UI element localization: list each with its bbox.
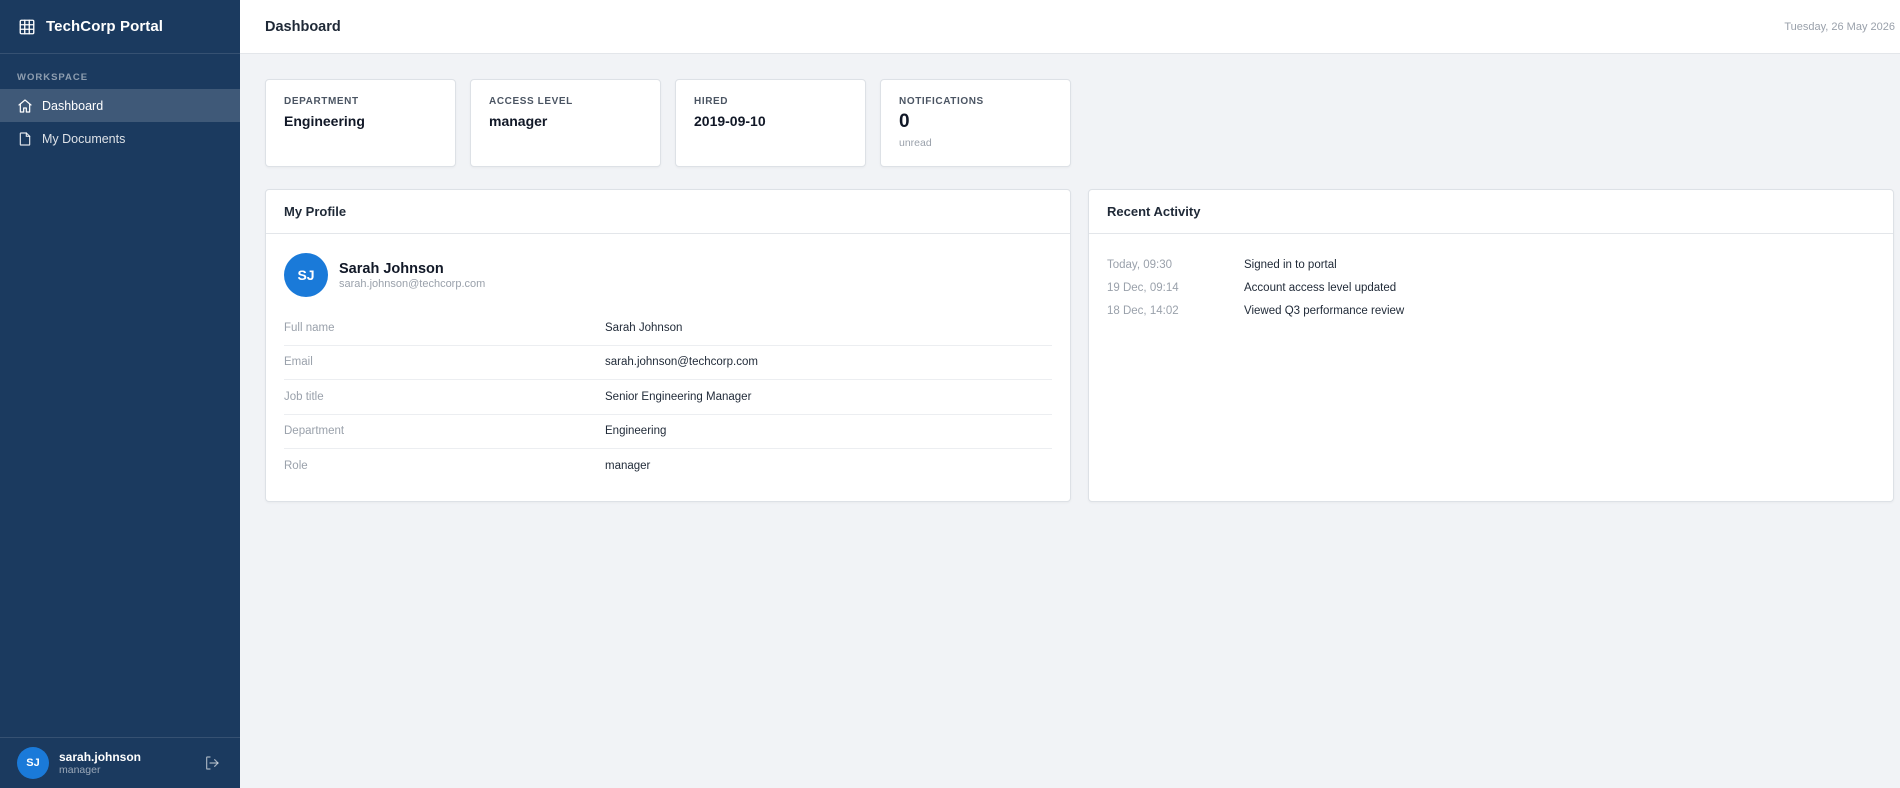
logout-icon[interactable] [204,755,220,771]
field-label: Email [284,356,313,369]
stat-label: ACCESS LEVEL [489,96,573,107]
stat-sub: unread [899,137,932,149]
field-value: Engineering [605,425,667,438]
sidebar-item-label: Dashboard [42,98,104,113]
profile-field-row: Job title Senior Engineering Manager [284,380,1052,415]
sidebar-user-footer: SJ sarah.johnson manager [0,737,240,788]
avatar[interactable]: SJ [17,747,49,779]
document-icon [17,131,33,147]
stat-card-notifications: NOTIFICATIONS 0 unread [880,79,1071,167]
profile-field-row: Department Engineering [284,415,1052,449]
activity-item: 19 Dec, 09:14 Account access level updat… [1107,276,1875,299]
stat-label: DEPARTMENT [284,96,359,107]
profile-name: Sarah Johnson [339,260,444,277]
field-label: Role [284,460,308,473]
field-value: Sarah Johnson [605,321,683,334]
field-label: Department [284,425,345,438]
stat-card-access-level: ACCESS LEVEL manager [470,79,661,167]
profile-head: SJ Sarah Johnson sarah.johnson@techcorp.… [284,253,1052,297]
main-area: Dashboard Tuesday, 26 May 2026 DEPARTMEN… [240,0,1900,788]
building-icon [18,18,36,36]
profile-identity: Sarah Johnson sarah.johnson@techcorp.com [339,261,485,290]
stat-value: Engineering [284,113,365,129]
user-meta: sarah.johnson manager [59,750,204,777]
activity-text: Signed in to portal [1244,258,1337,271]
page-title: Dashboard [265,18,341,35]
dashboard-content: DEPARTMENT Engineering ACCESS LEVEL mana… [240,54,1900,502]
field-value: manager [605,460,651,473]
profile-panel: My Profile SJ Sarah Johnson sarah.johnso… [265,189,1071,502]
stat-label: HIRED [694,96,729,107]
panel-title: Recent Activity [1089,190,1893,234]
stat-label: NOTIFICATIONS [899,96,984,107]
profile-field-row: Full name Sarah Johnson [284,311,1052,346]
activity-time: Today, 09:30 [1107,258,1173,271]
brand-title: TechCorp Portal [46,18,164,35]
stat-value: manager [489,113,548,129]
activity-item: Today, 09:30 Signed in to portal [1107,253,1875,276]
stat-value: 0 [899,111,910,132]
activity-time: 18 Dec, 14:02 [1107,304,1179,317]
sidebar-item-dashboard[interactable]: Dashboard [0,89,240,122]
sidebar: TechCorp Portal WORKSPACE Dashboard My D… [0,0,240,788]
field-label: Full name [284,321,335,334]
avatar: SJ [284,253,328,297]
panel-title: My Profile [266,190,1070,234]
sidebar-nav: Dashboard My Documents [0,89,240,155]
profile-email: sarah.johnson@techcorp.com [339,277,486,290]
stats-row: DEPARTMENT Engineering ACCESS LEVEL mana… [265,79,1895,167]
sidebar-item-label: My Documents [42,131,126,146]
activity-text: Viewed Q3 performance review [1244,304,1405,317]
activity-text: Account access level updated [1244,281,1397,294]
date-text: Tuesday, 26 May 2026 [1784,20,1895,33]
profile-field-row: Role manager [284,449,1052,484]
app-shell: TechCorp Portal WORKSPACE Dashboard My D… [0,0,1900,788]
topbar: Dashboard Tuesday, 26 May 2026 [240,0,1900,54]
profile-field-row: Email sarah.johnson@techcorp.com [284,346,1052,380]
activity-item: 18 Dec, 14:02 Viewed Q3 performance revi… [1107,299,1875,322]
sidebar-item-my-documents[interactable]: My Documents [0,122,240,155]
stat-card-hired: HIRED 2019-09-10 [675,79,866,167]
stat-card-department: DEPARTMENT Engineering [265,79,456,167]
field-value: Senior Engineering Manager [605,390,752,403]
profile-body: SJ Sarah Johnson sarah.johnson@techcorp.… [266,234,1070,503]
home-icon [17,98,33,114]
stat-value: 2019-09-10 [694,113,766,129]
activity-time: 19 Dec, 09:14 [1107,281,1179,294]
brand[interactable]: TechCorp Portal [0,0,240,54]
field-label: Job title [284,390,324,403]
activity-body: Today, 09:30 Signed in to portal 19 Dec,… [1089,234,1893,341]
field-value: sarah.johnson@techcorp.com [605,356,758,369]
panels-row: My Profile SJ Sarah Johnson sarah.johnso… [265,189,1895,502]
user-role: manager [59,763,101,776]
section-label: WORKSPACE [17,72,89,83]
user-name: sarah.johnson [59,749,142,764]
activity-panel: Recent Activity Today, 09:30 Signed in t… [1088,189,1894,502]
